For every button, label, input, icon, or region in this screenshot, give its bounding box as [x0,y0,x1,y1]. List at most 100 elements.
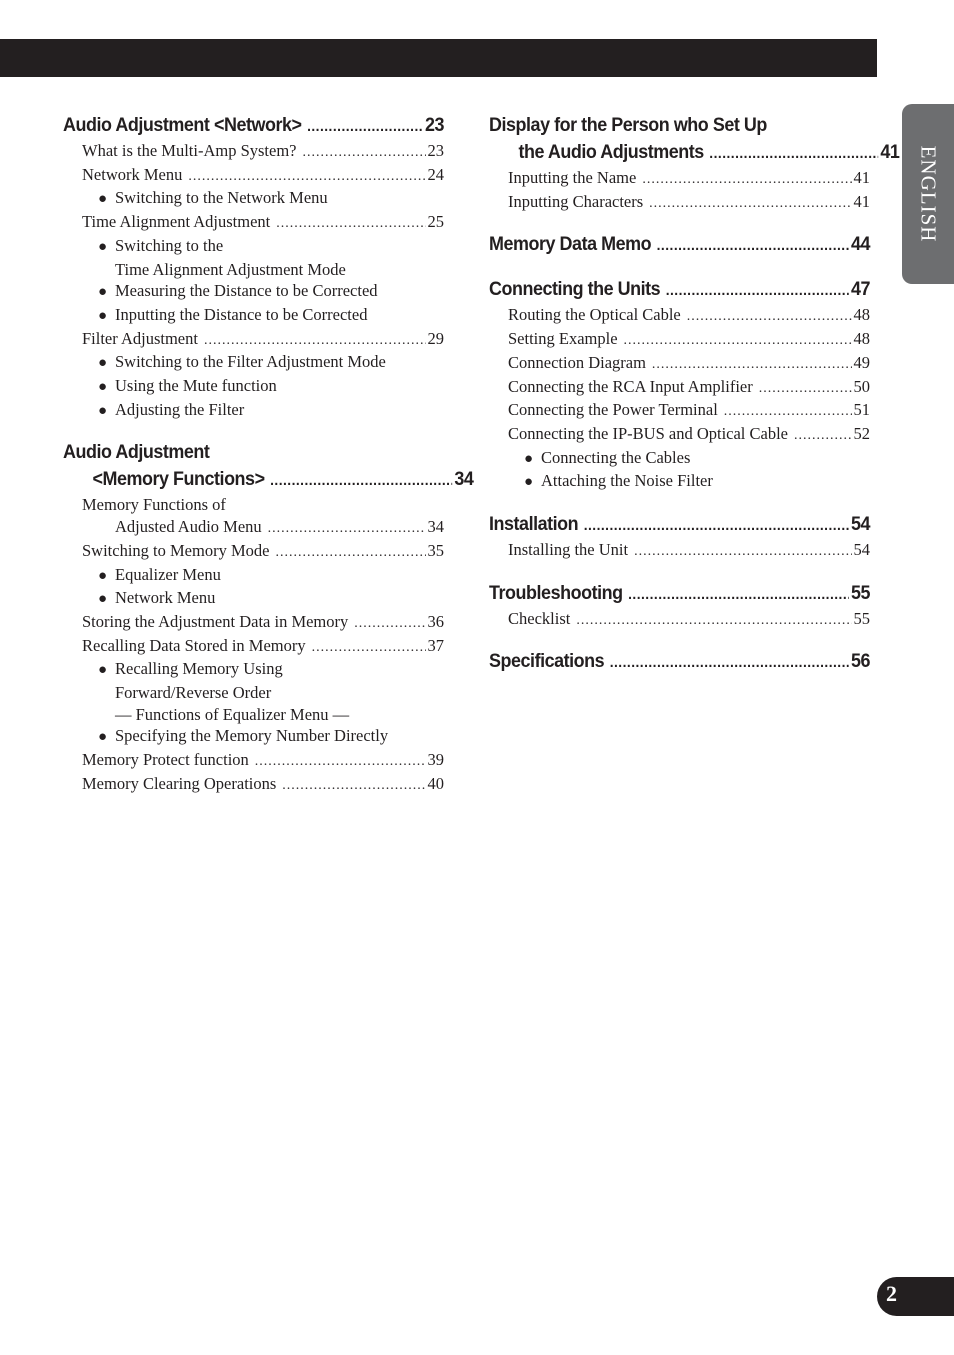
language-tab: ENGLISH [902,104,954,284]
section-heading[interactable]: Troubleshooting 55 [489,580,870,608]
toc-entry[interactable]: Adjusted Audio Menu 34 [63,516,444,540]
leader-dots [270,467,452,494]
toc-entry[interactable]: Setting Example 48 [489,328,870,352]
toc-entry-text: Connecting the RCA Input Amplifier [508,376,753,396]
toc-entry[interactable]: Time Alignment Adjustment 25 [63,211,444,235]
leader-dots [584,512,849,539]
toc-bullet-item[interactable]: ● Equalizer Menu [63,564,444,588]
toc-entry[interactable]: Memory Protect function 39 [63,749,444,773]
leader-dots [724,401,852,423]
toc-entry[interactable]: Connecting the Power Terminal 51 [489,399,870,423]
leader-dots [624,330,852,352]
leader-dots [628,581,849,608]
toc-entry-text: Connecting the Power Terminal [508,400,718,420]
section-heading-text: Troubleshooting [489,581,623,604]
leader-dots [657,232,849,259]
toc-section: Audio Adjustment <Memory Functions> 34 Memo… [63,439,474,797]
section-heading-page: 41 [880,141,900,163]
toc-bullet-text: Equalizer Menu [115,564,221,584]
toc-entry-text: Memory Functions of [82,495,226,515]
section-heading[interactable]: Memory Data Memo 44 [489,231,870,259]
toc-entry[interactable]: Recalling Data Stored in Memory 37 [63,635,444,659]
section-heading[interactable]: Specifications 56 [489,648,870,676]
leader-dots [354,613,425,635]
toc-bullet-item[interactable]: ● Network Menu [63,587,444,611]
toc-bullet-item[interactable]: ● Attaching the Noise Filter [489,470,870,494]
section-heading-page: 44 [850,233,871,256]
section-heading-page: 47 [850,278,871,301]
toc-entry[interactable]: Installing the Unit 54 [489,539,870,563]
toc-entry-page: 48 [853,329,871,349]
toc-entry-page: 29 [427,328,445,348]
page-number: 2 [886,1281,897,1306]
toc-entry-page: 37 [427,635,445,655]
leader-dots [666,277,849,304]
toc-bullet-item[interactable]: ● Switching to the [63,235,444,259]
toc-entry[interactable]: What is the Multi-Amp System? 23 [63,140,444,164]
toc-entry[interactable]: Network Menu 24 [63,164,444,188]
toc-entry-page: 36 [427,611,445,631]
section-heading[interactable]: Audio Adjustment <Network> 23 [63,112,444,140]
toc-bullet-item[interactable]: ● Measuring the Distance to be Corrected [63,280,444,304]
leader-dots [204,330,426,352]
section-heading[interactable]: Connecting the Units 47 [489,276,870,304]
bullet-icon: ● [98,662,108,679]
section-heading-text: Installation [489,513,579,536]
toc-entry-page: 55 [853,608,871,628]
bullet-icon: ● [524,474,534,491]
leader-dots [302,142,425,164]
toc-entry[interactable]: Storing the Adjustment Data in Memory 36 [63,611,444,635]
section-heading-page: 34 [454,468,474,491]
toc-bullet-item[interactable]: ● Recalling Memory Using [63,658,444,682]
toc-entry-text: Adjusted Audio Menu [115,517,262,537]
toc-entry[interactable]: Memory Clearing Operations 40 [63,773,444,797]
toc-section: Troubleshooting 55 Checklist 55 [489,580,870,632]
toc-entry-page: 48 [853,305,871,325]
leader-dots [282,775,425,797]
toc-entry[interactable]: Checklist 55 [489,608,870,632]
toc-bullet-item[interactable]: ● Using the Mute function [63,375,444,399]
section-heading[interactable]: Installation 54 [489,511,870,539]
toc-entry[interactable]: Connection Diagram 49 [489,352,870,376]
section-heading-line: Display for the Person who Set Up [489,112,870,139]
leader-dots [188,166,425,188]
toc-entry[interactable]: Connecting the RCA Input Amplifier 50 [489,376,870,400]
bullet-icon: ● [524,450,534,467]
toc-entry-text: Routing the Optical Cable [508,305,681,325]
toc-entry-page: 40 [427,773,445,793]
toc-entry[interactable]: Routing the Optical Cable 48 [489,304,870,328]
toc-bullet-text: — Functions of Equalizer Menu — [115,704,350,724]
toc-bullet-item[interactable]: ● Switching to the Network Menu [63,187,444,211]
toc-entry-text: What is the Multi-Amp System? [82,141,297,160]
toc-bullet-item[interactable]: ● Inputting the Distance to be Corrected [63,304,444,328]
leader-dots [649,193,851,215]
toc-entry[interactable]: Connecting the IP-BUS and Optical Cable 5… [489,423,870,447]
toc-section: Connecting the Units 47 Routing the Optica… [489,276,870,494]
toc-entry-text: Filter Adjustment [82,328,198,348]
toc-bullet-item[interactable]: — Functions of Equalizer Menu — [63,704,444,726]
toc-bullet-item[interactable]: Forward/Reverse Order [63,682,444,704]
toc-entry-page: 51 [853,400,871,420]
toc-bullet-item[interactable]: ● Switching to the Filter Adjustment Mode [63,351,444,375]
toc-bullet-item[interactable]: ● Adjusting the Filter [63,399,444,423]
toc-entry[interactable]: Filter Adjustment 29 [63,328,444,352]
toc-bullet-item[interactable]: ● Connecting the Cables [489,447,870,471]
toc-entry[interactable]: Switching to Memory Mode 35 [63,540,444,564]
toc-right-column: Display for the Person who Set Up the Aud… [489,112,900,693]
toc-entry-page: 41 [853,191,871,211]
leader-dots [709,140,878,167]
toc-entry-page: 41 [853,168,871,187]
language-tab-label: ENGLISH [916,145,941,243]
toc-entry[interactable]: Inputting the Name 41 [489,167,870,191]
leader-dots [312,637,426,659]
section-heading[interactable]: the Audio Adjustments 41 [489,139,899,167]
leader-dots [634,541,851,563]
toc-entry-text: Connecting the IP-BUS and Optical Cable [508,423,788,443]
section-heading[interactable]: <Memory Functions> 34 [63,466,473,494]
toc-entry-page: 49 [853,352,871,372]
section-heading-text: Audio Adjustment [63,441,210,464]
toc-entry[interactable]: Inputting Characters 41 [489,191,870,215]
toc-bullet-item[interactable]: ● Specifying the Memory Number Directly [63,725,444,749]
leader-dots [576,610,851,632]
toc-bullet-item[interactable]: Time Alignment Adjustment Mode [63,259,444,281]
